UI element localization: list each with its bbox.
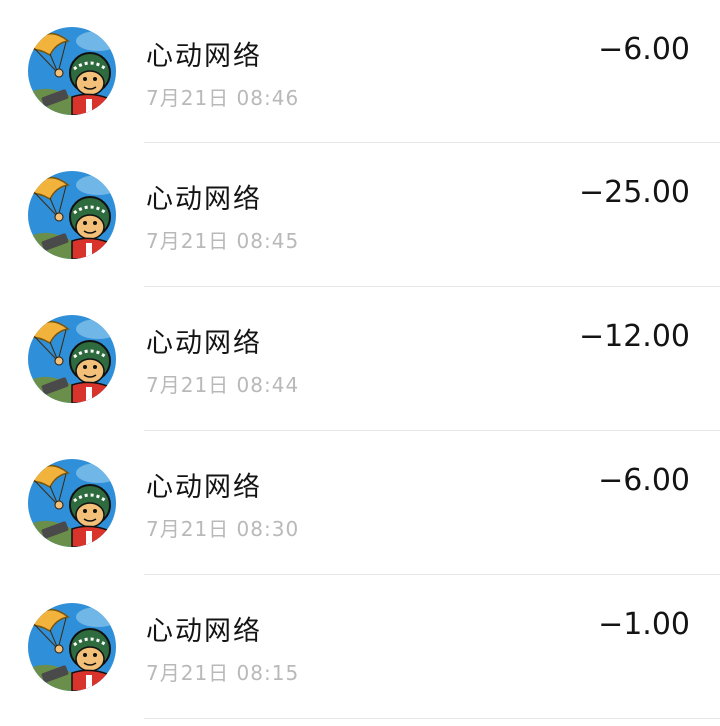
transaction-time: 7月21日 08:44 [146, 373, 300, 397]
transaction-row[interactable]: 心动网络 7月21日 08:46 −6.00 [0, 0, 720, 143]
transaction-row[interactable]: 心动网络 7月21日 08:44 −12.00 [0, 287, 720, 431]
transaction-time: 7月21日 08:46 [146, 86, 300, 110]
transaction-time: 7月21日 08:45 [146, 229, 300, 253]
transaction-list: 心动网络 7月21日 08:46 −6.00 心动网络 7月21日 08:45 … [0, 0, 720, 726]
transaction-row[interactable]: 心动网络 7月21日 08:30 −6.00 [0, 431, 720, 575]
transaction-time: 7月21日 08:30 [146, 517, 300, 541]
transaction-time: 7月21日 08:15 [146, 661, 300, 685]
merchant-name: 心动网络 [146, 184, 262, 215]
paratrooper-avatar-icon [28, 27, 116, 115]
transaction-row[interactable]: 心动网络 7月21日 08:45 −25.00 [0, 143, 720, 287]
merchant-name: 心动网络 [146, 41, 262, 72]
merchant-avatar [28, 315, 116, 403]
transaction-amount: −25.00 [578, 175, 690, 210]
merchant-name: 心动网络 [146, 616, 262, 647]
merchant-name: 心动网络 [146, 472, 262, 503]
transaction-amount: −6.00 [598, 32, 690, 67]
paratrooper-avatar-icon [28, 315, 116, 403]
paratrooper-avatar-icon [28, 459, 116, 547]
row-divider [144, 718, 720, 719]
merchant-name: 心动网络 [146, 328, 262, 359]
merchant-avatar [28, 459, 116, 547]
transaction-amount: −12.00 [578, 319, 690, 354]
paratrooper-avatar-icon [28, 171, 116, 259]
transaction-row[interactable]: 心动网络 7月21日 08:15 −1.00 [0, 575, 720, 719]
merchant-avatar [28, 171, 116, 259]
transaction-amount: −6.00 [598, 463, 690, 498]
paratrooper-avatar-icon [28, 603, 116, 691]
merchant-avatar [28, 27, 116, 115]
merchant-avatar [28, 603, 116, 691]
transaction-amount: −1.00 [598, 607, 690, 642]
